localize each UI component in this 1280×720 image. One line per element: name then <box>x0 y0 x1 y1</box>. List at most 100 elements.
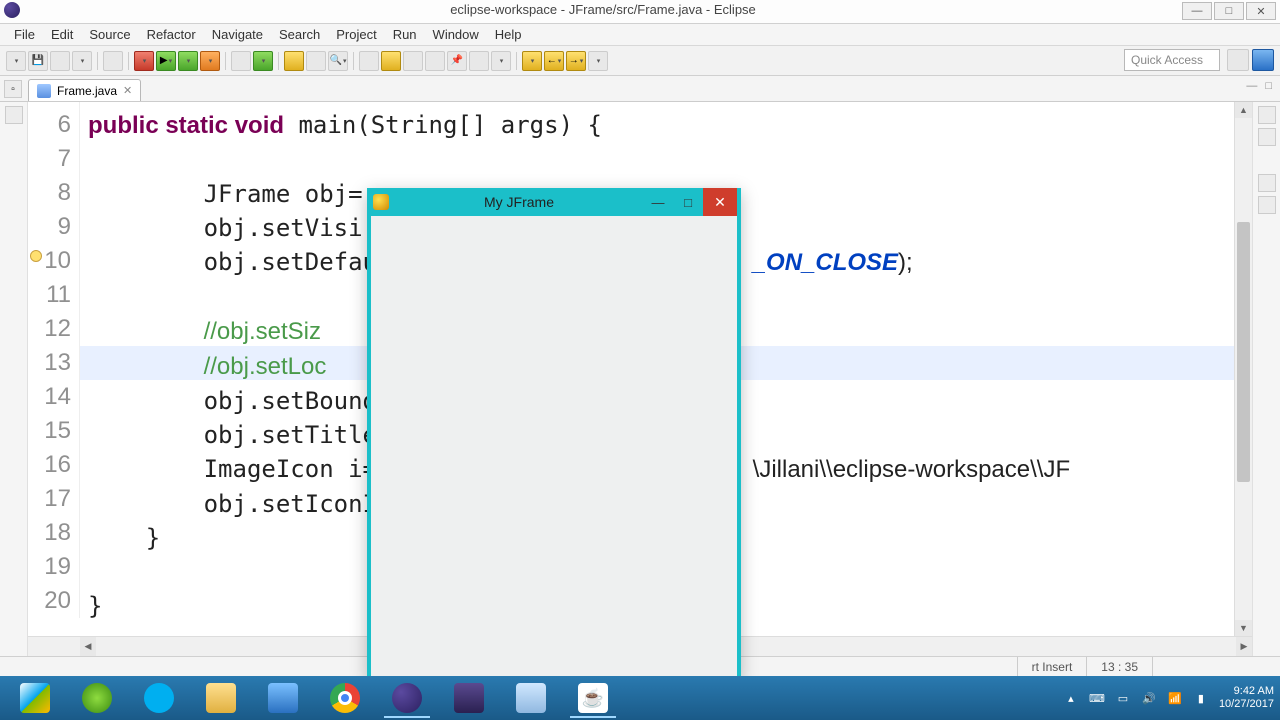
clock-date: 10/27/2017 <box>1219 698 1274 711</box>
close-button[interactable]: ✕ <box>1246 2 1276 20</box>
editor-tabs: ▫ Frame.java ✕ — □ <box>0 76 1280 102</box>
open-perspective-button[interactable] <box>1227 49 1249 71</box>
scroll-left-icon[interactable]: ◀ <box>80 637 96 656</box>
java-file-icon <box>37 84 51 98</box>
show-whitespace-button[interactable] <box>425 51 445 71</box>
new-button[interactable] <box>6 51 26 71</box>
taskbar-clock[interactable]: 9:42 AM 10/27/2017 <box>1219 685 1274 711</box>
scroll-up-icon[interactable]: ▲ <box>1235 102 1252 118</box>
task-list-stub[interactable] <box>1258 128 1276 146</box>
menu-source[interactable]: Source <box>81 25 138 44</box>
quick-access-input[interactable]: Quick Access <box>1124 49 1220 71</box>
open-type-button[interactable] <box>284 51 304 71</box>
coverage-button[interactable] <box>178 51 198 71</box>
save-all-button[interactable] <box>50 51 70 71</box>
scroll-down-icon[interactable]: ▼ <box>1235 620 1252 636</box>
other-view-stub-2[interactable] <box>1258 196 1276 214</box>
next-annotation-button[interactable] <box>491 51 511 71</box>
jframe-window[interactable]: My JFrame — □ ✕ <box>367 188 741 680</box>
forward-button[interactable]: → <box>566 51 586 71</box>
media-player-taskbar-button[interactable] <box>440 678 498 718</box>
keyboard-icon[interactable]: ⌨ <box>1089 690 1105 706</box>
utorrent-taskbar-button[interactable] <box>68 678 126 718</box>
eclipse-app-icon <box>4 2 20 18</box>
last-edit-button[interactable] <box>522 51 542 71</box>
chrome-taskbar-button[interactable] <box>316 678 374 718</box>
start-button[interactable] <box>6 678 64 718</box>
battery-icon[interactable]: ▮ <box>1193 690 1209 706</box>
menu-navigate[interactable]: Navigate <box>204 25 271 44</box>
file-tab-frame-java[interactable]: Frame.java ✕ <box>28 79 141 101</box>
volume-icon[interactable]: 🔊 <box>1141 690 1157 706</box>
ext-tools-button[interactable] <box>200 51 220 71</box>
jframe-app-icon <box>373 194 389 210</box>
window-title: eclipse-workspace - JFrame/src/Frame.jav… <box>26 2 1180 17</box>
pin-editor-button[interactable]: 📌 <box>447 51 467 71</box>
eclipse-titlebar: eclipse-workspace - JFrame/src/Frame.jav… <box>0 0 1280 24</box>
run-button[interactable]: ▶ <box>156 51 176 71</box>
toolbar-sep <box>353 52 354 70</box>
jframe-close-button[interactable]: ✕ <box>703 188 737 216</box>
explorer-taskbar-button[interactable] <box>192 678 250 718</box>
menu-edit[interactable]: Edit <box>43 25 81 44</box>
minimize-button[interactable]: — <box>1182 2 1212 20</box>
system-tray: ▴ ⌨ ▭ 🔊 📶 ▮ 9:42 AM 10/27/2017 <box>1063 685 1274 711</box>
toolbar-sep <box>97 52 98 70</box>
menu-refactor[interactable]: Refactor <box>139 25 204 44</box>
scrollbar-thumb[interactable] <box>1237 222 1250 482</box>
menu-window[interactable]: Window <box>425 25 487 44</box>
menu-run[interactable]: Run <box>385 25 425 44</box>
scroll-right-icon[interactable]: ▶ <box>1236 637 1252 656</box>
menubar: File Edit Source Refactor Navigate Searc… <box>0 24 1280 46</box>
link-button[interactable] <box>103 51 123 71</box>
vertical-scrollbar[interactable]: ▲ ▼ <box>1234 102 1252 636</box>
windows-taskbar: ☕ ▴ ⌨ ▭ 🔊 📶 ▮ 9:42 AM 10/27/2017 <box>0 676 1280 720</box>
block-select-button[interactable] <box>403 51 423 71</box>
minimize-editor-button[interactable]: — <box>1246 80 1257 92</box>
jframe-titlebar[interactable]: My JFrame — □ ✕ <box>367 188 741 216</box>
network-icon[interactable]: 📶 <box>1167 690 1183 706</box>
toggle-mark-button[interactable] <box>359 51 379 71</box>
new-class-button[interactable] <box>253 51 273 71</box>
right-trim <box>1252 102 1280 656</box>
menu-project[interactable]: Project <box>328 25 384 44</box>
tray-expand-icon[interactable]: ▴ <box>1063 690 1079 706</box>
maximize-editor-button[interactable]: □ <box>1265 80 1272 92</box>
annotation-button[interactable] <box>381 51 401 71</box>
eclipse-taskbar-button[interactable] <box>378 678 436 718</box>
warning-marker-icon[interactable] <box>30 250 42 262</box>
menu-search[interactable]: Search <box>271 25 328 44</box>
notepad-taskbar-button[interactable] <box>502 678 560 718</box>
menu-help[interactable]: Help <box>487 25 530 44</box>
word-wrap-button[interactable] <box>469 51 489 71</box>
windows-logo-icon <box>20 683 50 713</box>
photos-taskbar-button[interactable] <box>254 678 312 718</box>
switch-button[interactable] <box>72 51 92 71</box>
back-button[interactable]: ← <box>544 51 564 71</box>
action-center-icon[interactable]: ▭ <box>1115 690 1131 706</box>
pin-button[interactable] <box>588 51 608 71</box>
toolbar: 💾 ▶ 🔍 📌 ← → Quick Access <box>0 46 1280 76</box>
maximize-button[interactable]: □ <box>1214 2 1244 20</box>
toolbar-sep <box>225 52 226 70</box>
jframe-minimize-button[interactable]: — <box>643 188 673 216</box>
java-perspective-button[interactable] <box>1252 49 1274 71</box>
skype-taskbar-button[interactable] <box>130 678 188 718</box>
java-app-taskbar-button[interactable]: ☕ <box>564 678 622 718</box>
package-explorer-stub[interactable] <box>5 106 23 124</box>
debug-button[interactable] <box>134 51 154 71</box>
restore-view-button[interactable]: ▫ <box>4 80 22 98</box>
menu-file[interactable]: File <box>6 25 43 44</box>
search-dropdown[interactable]: 🔍 <box>328 51 348 71</box>
jframe-title-text: My JFrame <box>395 194 643 210</box>
jframe-content <box>371 216 737 676</box>
other-view-stub[interactable] <box>1258 174 1276 192</box>
close-tab-icon[interactable]: ✕ <box>123 84 132 97</box>
jframe-maximize-button[interactable]: □ <box>673 188 703 216</box>
new-package-button[interactable] <box>231 51 251 71</box>
file-tab-label: Frame.java <box>57 84 117 98</box>
save-button[interactable]: 💾 <box>28 51 48 71</box>
open-task-button[interactable] <box>306 51 326 71</box>
outline-stub[interactable] <box>1258 106 1276 124</box>
clock-time: 9:42 AM <box>1219 685 1274 698</box>
